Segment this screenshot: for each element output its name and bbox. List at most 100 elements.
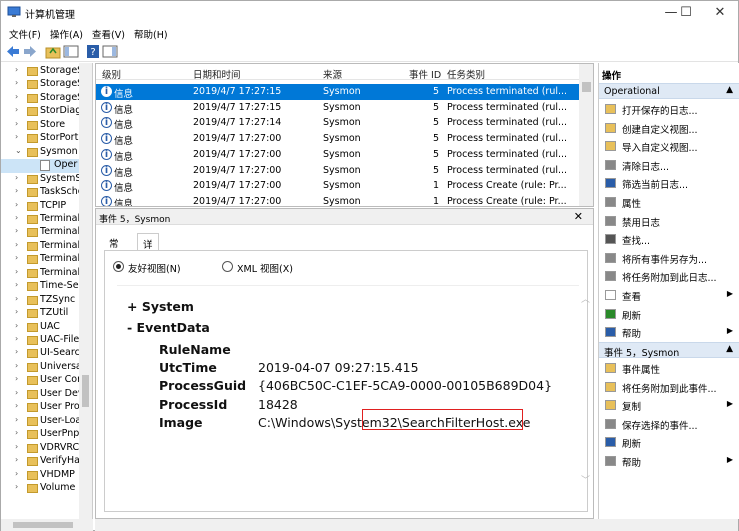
table-row[interactable]: i 信息 2019/4/7 17:27:00 Sysmon 1 Process Creat… [96,178,579,194]
expand-chevron-icon[interactable]: › [15,307,18,316]
expand-chevron-icon[interactable]: › [15,455,18,464]
action-item[interactable]: 复制 ▶ [599,396,739,414]
menu-help[interactable]: 帮助(H) [134,27,168,41]
show-hide-tree-icon[interactable] [63,44,79,59]
actions-section-event[interactable]: 事件 5，Sysmon ▲ [599,342,739,359]
expand-chevron-icon[interactable]: › [15,213,18,222]
action-item[interactable]: 刷新 [599,433,739,451]
close-button[interactable]: ✕ [697,1,739,25]
expand-chevron-icon[interactable]: › [15,347,18,356]
menu-action[interactable]: 操作(A) [50,27,83,41]
action-item[interactable]: 保存选择的事件... [599,415,739,433]
table-row[interactable]: i 信息 2019/4/7 17:27:00 Sysmon 5 Process termi… [96,147,579,163]
table-row[interactable]: i 信息 2019/4/7 17:27:00 Sysmon 5 Process termi… [96,163,579,179]
action-item[interactable]: 帮助 ▶ [599,323,739,341]
expand-chevron-icon[interactable]: › [15,415,18,424]
expand-chevron-icon[interactable]: › [15,240,18,249]
action-item[interactable]: 属性 [599,193,739,211]
expand-chevron-icon[interactable]: › [15,388,18,397]
expand-chevron-icon[interactable]: › [15,280,18,289]
event-list-scrollbar[interactable] [579,64,593,206]
action-item[interactable]: 将任务附加到此日志... [599,267,739,285]
expand-chevron-icon[interactable]: › [15,294,18,303]
expand-chevron-icon[interactable]: › [15,361,18,370]
collapse-up-icon[interactable]: ▲ [726,85,733,95]
table-row[interactable]: i 信息 2019/4/7 17:27:14 Sysmon 5 Process termi… [96,115,579,131]
expand-chevron-icon[interactable]: › [15,253,18,262]
expand-chevron-icon[interactable]: › [15,173,18,182]
action-item[interactable]: 事件属性 [599,359,739,377]
col-task-category[interactable]: 任务类别 [447,67,485,81]
help-icon[interactable]: ? [85,44,101,59]
friendly-view-radio-circle[interactable] [113,261,124,272]
expand-chevron-icon[interactable]: › [15,119,18,128]
tab-details[interactable]: 详细信息 [137,233,159,293]
action-item[interactable]: 刷新 [599,305,739,323]
back-arrow-icon[interactable] [5,44,21,59]
field-key: ProcessId [159,396,228,412]
table-row[interactable]: i 信息 2019/4/7 17:27:15 Sysmon 5 Process termi… [96,84,579,100]
system-node[interactable]: + System [127,299,194,314]
col-source[interactable]: 来源 [323,67,342,81]
tree-hscroll-thumb[interactable] [13,522,73,528]
event-list-scroll-thumb[interactable] [582,82,591,92]
expand-chevron-icon[interactable]: › [15,92,18,101]
scroll-up-icon[interactable]: ︿ [581,292,590,305]
tree-vscroll-thumb[interactable] [82,375,89,407]
folder-icon [27,107,38,117]
forward-arrow-icon[interactable] [22,44,38,59]
tree-vertical-scrollbar[interactable] [79,63,92,519]
expand-chevron-icon[interactable]: ⌄ [15,146,22,155]
action-item[interactable]: 查看 ▶ [599,286,739,304]
expand-chevron-icon[interactable]: › [15,428,18,437]
expand-chevron-icon[interactable]: › [15,334,18,343]
expand-chevron-icon[interactable]: › [15,267,18,276]
action-item[interactable]: 禁用日志 [599,212,739,230]
expand-chevron-icon[interactable]: › [15,374,18,383]
expand-chevron-icon[interactable]: › [15,132,18,141]
col-level[interactable]: 级别 [102,67,121,81]
action-item[interactable]: 打开保存的日志... [599,100,739,118]
table-row[interactable]: i 信息 2019/4/7 17:27:00 Sysmon 1 Process Creat… [96,194,579,206]
action-item[interactable]: 查找... [599,230,739,248]
actions-section-operational[interactable]: Operational ▲ [599,83,739,99]
scroll-down-icon[interactable]: ﹀ [581,473,590,486]
show-action-pane-icon[interactable] [102,44,118,59]
expand-chevron-icon[interactable]: › [15,78,18,87]
eventdata-node[interactable]: - EventData [127,320,210,335]
action-item[interactable]: 将任务附加到此事件... [599,378,739,396]
up-folder-icon[interactable] [45,44,61,59]
action-item[interactable]: 创建自定义视图... [599,119,739,137]
action-icon [605,456,616,466]
action-item[interactable]: 清除日志... [599,156,739,174]
expand-chevron-icon[interactable]: › [15,200,18,209]
expand-chevron-icon[interactable]: › [15,226,18,235]
expand-chevron-icon[interactable]: › [15,105,18,114]
action-item[interactable]: 将所有事件另存为... [599,249,739,267]
folder-icon [27,282,38,292]
collapse-up-icon[interactable]: ▲ [726,344,733,354]
menu-view[interactable]: 查看(V) [92,27,125,41]
expand-chevron-icon[interactable]: › [15,442,18,451]
expand-chevron-icon[interactable]: › [15,401,18,410]
xml-view-radio-circle[interactable] [222,261,233,272]
expand-chevron-icon[interactable]: › [15,482,18,491]
action-item[interactable]: 导入自定义视图... [599,137,739,155]
menu-file[interactable]: 文件(F) [9,27,41,41]
table-row[interactable]: i 信息 2019/4/7 17:27:15 Sysmon 5 Process termi… [96,100,579,116]
col-event-id[interactable]: 事件 ID [409,67,441,81]
expand-chevron-icon[interactable]: › [15,186,18,195]
tree-horizontal-scrollbar[interactable] [1,519,93,531]
details-close-button[interactable]: ✕ [574,210,583,223]
folder-icon [27,228,38,238]
expand-chevron-icon[interactable]: › [15,321,18,330]
col-datetime[interactable]: 日期和时间 [193,67,241,81]
action-item[interactable]: 帮助 ▶ [599,452,739,470]
tab-general[interactable]: 常规 [104,233,124,264]
expand-chevron-icon[interactable]: › [15,469,18,478]
friendly-view-scrollbar[interactable]: ︿ ﹀ [579,286,591,496]
cell-event-id: 5 [433,86,440,97]
action-item[interactable]: 筛选当前日志... [599,174,739,192]
expand-chevron-icon[interactable]: › [15,65,18,74]
table-row[interactable]: i 信息 2019/4/7 17:27:00 Sysmon 5 Process termi… [96,131,579,147]
